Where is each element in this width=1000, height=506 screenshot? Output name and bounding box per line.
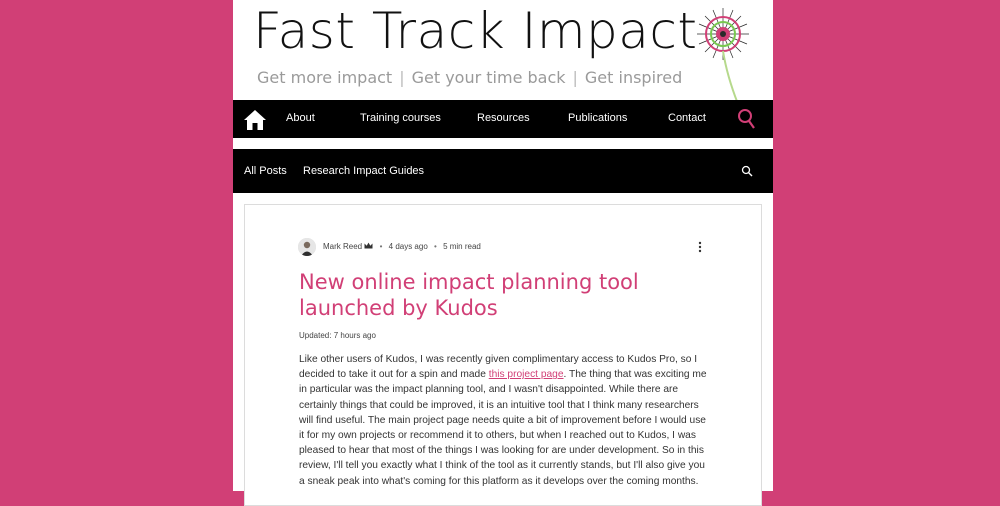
post-body: Like other users of Kudos, I was recentl… [299,352,707,489]
tagline-part-3: Get inspired [584,68,683,87]
post-meta: Mark Reed • 4 days ago • 5 min read [323,242,481,251]
nav-about[interactable]: About [286,112,315,124]
tagline-separator: | [399,68,405,87]
dandelion-logo-icon [697,8,749,104]
blog-research-impact-guides[interactable]: Research Impact Guides [303,165,424,177]
main-navigation: About Training courses Resources Publica… [233,100,773,138]
author-photo-icon [298,238,316,256]
blog-all-posts[interactable]: All Posts [244,165,287,177]
project-page-link[interactable]: this project page [489,369,564,380]
crown-icon [364,242,373,249]
read-time: 5 min read [443,242,481,251]
post-title: New online impact planning tool launched… [299,270,639,320]
blog-navigation: All Posts Research Impact Guides [233,149,773,193]
page-container: Fast Track Impact Get more impact | Get yo… [233,0,773,506]
nav-publications[interactable]: Publications [568,112,627,124]
search-icon[interactable] [741,165,753,177]
home-icon[interactable] [243,109,267,131]
author-avatar[interactable] [298,238,316,256]
post-updated: Updated: 7 hours ago [299,331,376,340]
post-body-text: . The thing that was exciting me in part… [299,369,707,487]
blog-post-card: Mark Reed • 4 days ago • 5 min read New … [244,204,762,506]
nav-training-courses[interactable]: Training courses [360,112,441,124]
tagline-separator: | [572,68,578,87]
tagline-part-2: Get your time back [411,68,566,87]
nav-contact[interactable]: Contact [668,112,706,124]
nav-spacer [233,138,773,148]
author-name[interactable]: Mark Reed [323,242,362,251]
search-icon[interactable] [736,108,756,130]
more-options-icon[interactable] [697,241,703,253]
post-date: 4 days ago [388,242,428,251]
nav-resources[interactable]: Resources [477,112,530,124]
site-title[interactable]: Fast Track Impact [253,2,698,60]
site-tagline: Get more impact | Get your time back | Get i… [257,68,682,87]
tagline-part-1: Get more impact [257,68,393,87]
